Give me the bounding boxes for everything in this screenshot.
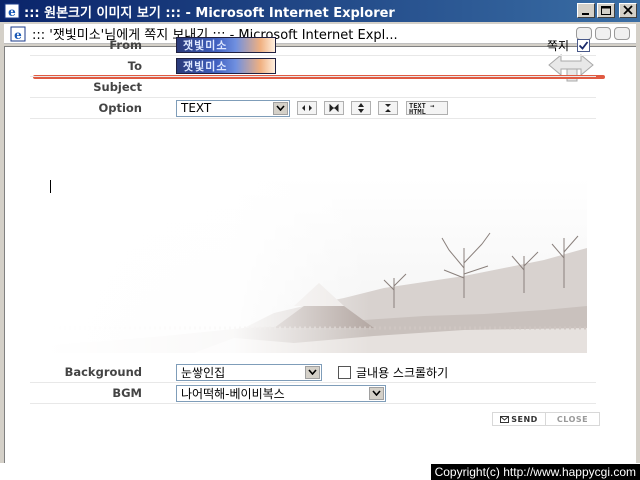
outer-window-title: ::: 원본크기 이미지 보기 ::: - Microsoft Internet… [24, 5, 395, 21]
scroll-content-checkbox[interactable] [338, 365, 351, 379]
action-bar: SEND CLOSE [492, 412, 600, 426]
svg-text:e: e [8, 5, 16, 19]
close-button[interactable]: CLOSE [546, 413, 599, 425]
arrows-horizontal-inward-icon [329, 104, 339, 112]
send-label: SEND [511, 414, 538, 424]
copyright-notice: Copyright(c) http://www.happycgi.com [430, 464, 640, 480]
chevron-down-icon [308, 369, 317, 375]
shrink-horizontal-button[interactable] [324, 101, 344, 115]
internet-explorer-icon: e [4, 3, 20, 19]
chevron-down-icon [372, 390, 381, 396]
bgm-row: BGM 나어떡해-베이비복스 [30, 383, 596, 404]
text-to-html-button[interactable]: TEXT → HTML [406, 101, 448, 116]
message-textarea[interactable] [44, 178, 587, 353]
format-select-value: TEXT [181, 101, 212, 115]
shrink-vertical-button[interactable] [378, 101, 398, 115]
minimize-button[interactable] [577, 3, 595, 18]
outer-window-titlebar[interactable]: e ::: 원본크기 이미지 보기 ::: - Microsoft Intern… [0, 0, 640, 22]
scroll-content-label: 글내용 스크롤하기 [356, 365, 449, 380]
option-row: Option TEXT TEXT → HTML [30, 98, 596, 119]
message-settings: Background 눈쌓인집 글내용 스크롤하기 BGM 나어떡해-베이비복스 [30, 362, 596, 404]
checkmark-icon [578, 40, 589, 50]
internet-explorer-icon: e [10, 26, 26, 42]
minimize-icon [582, 13, 589, 15]
from-label: From [109, 38, 142, 52]
bgm-select-value: 나어떡해-베이비복스 [181, 386, 285, 401]
popup-close-button[interactable] [614, 27, 630, 40]
close-window-button[interactable] [619, 3, 637, 18]
popup-maximize-button[interactable] [595, 27, 611, 40]
background-label: Background [64, 365, 142, 379]
to-row: To 잿빛미소 [30, 56, 596, 77]
snow-scene-background-image [44, 178, 587, 353]
memo-checkbox[interactable] [577, 38, 590, 52]
bgm-select[interactable]: 나어떡해-베이비복스 [176, 384, 386, 402]
arrows-vertical-outward-icon [358, 103, 364, 113]
send-button[interactable]: SEND [493, 413, 547, 425]
subject-label: Subject [93, 80, 142, 94]
background-select[interactable]: 눈쌓인집 [176, 363, 322, 381]
background-row: Background 눈쌓인집 글내용 스크롤하기 [30, 362, 596, 383]
to-name-badge: 잿빛미소 [176, 58, 276, 74]
format-select[interactable]: TEXT [176, 99, 290, 117]
expand-horizontal-button[interactable] [297, 101, 317, 115]
maximize-icon [601, 6, 611, 15]
chevron-down-icon [276, 105, 285, 111]
bgm-label: BGM [112, 386, 142, 400]
expand-vertical-button[interactable] [351, 101, 371, 115]
arrows-vertical-inward-icon [385, 104, 391, 112]
arrows-horizontal-outward-icon [302, 105, 312, 111]
text-to-html-label: TEXT → HTML [409, 102, 435, 116]
close-icon [623, 5, 633, 15]
background-select-value: 눈쌓인집 [181, 365, 226, 380]
to-label: To [127, 59, 142, 73]
svg-text:e: e [14, 28, 22, 42]
subject-input[interactable] [176, 78, 586, 96]
subject-row: Subject [30, 77, 596, 98]
close-label: CLOSE [556, 414, 589, 424]
memo-label: 쪽지 [546, 38, 569, 53]
option-label: Option [98, 101, 142, 115]
from-row: From 잿빛미소 쪽지 [30, 35, 596, 56]
text-caret [50, 180, 51, 193]
message-form: From 잿빛미소 쪽지 To 잿빛미소 Subject Option TEXT [30, 35, 596, 119]
maximize-button[interactable] [597, 3, 615, 18]
from-name-badge: 잿빛미소 [176, 37, 276, 53]
envelope-icon [500, 415, 510, 423]
